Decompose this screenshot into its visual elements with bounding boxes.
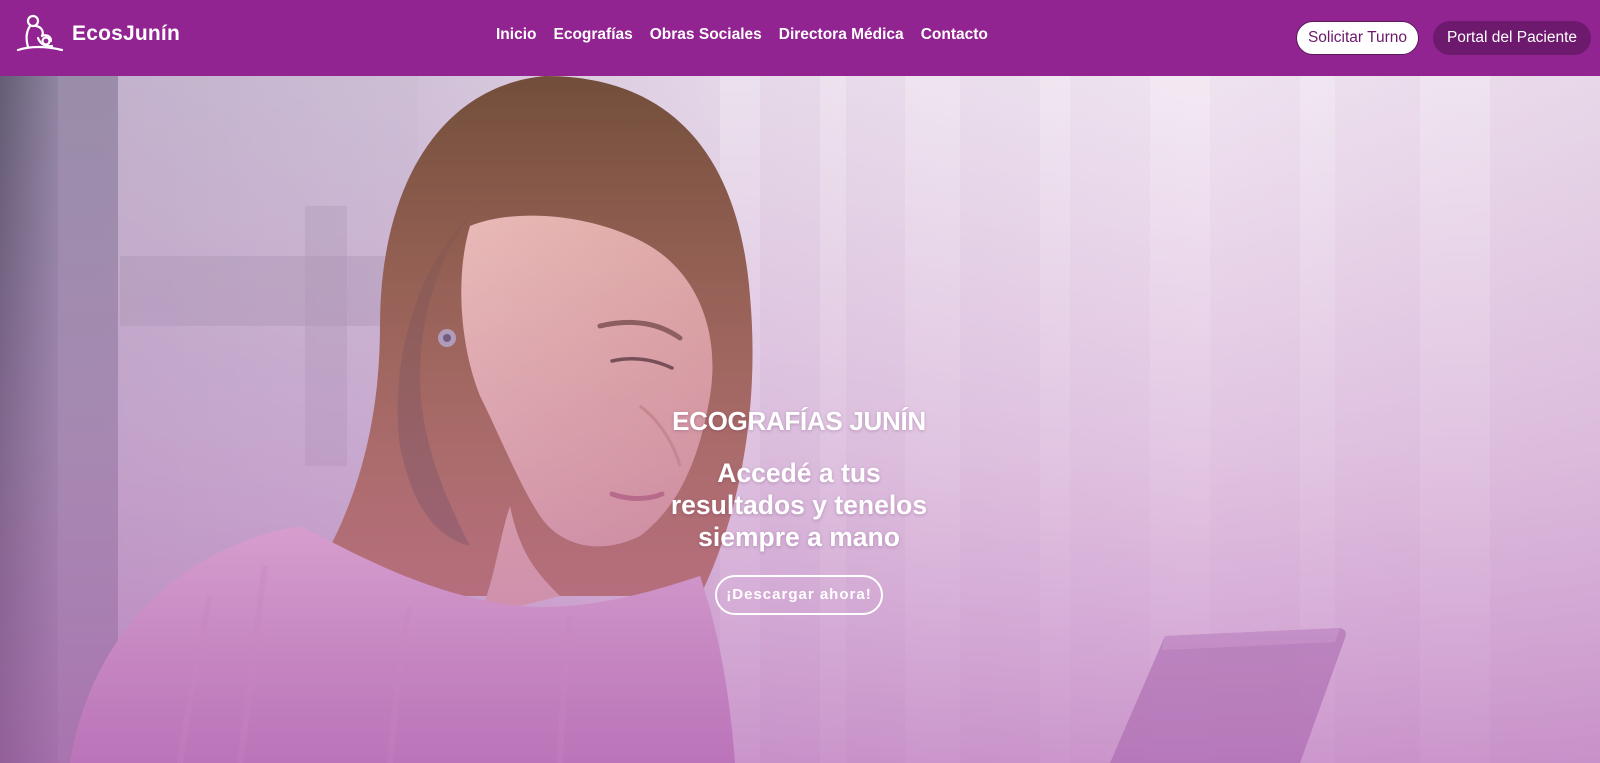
top-navbar: EcosJunín Inicio Ecografías Obras Social… — [0, 0, 1600, 76]
portal-paciente-button[interactable]: Portal del Paciente — [1433, 21, 1591, 55]
hero-headline-line: Accedé a tus — [717, 458, 881, 488]
hero-headline-line: siempre a mano — [698, 522, 900, 552]
main-nav: Inicio Ecografías Obras Sociales Directo… — [496, 26, 1005, 44]
mother-child-icon — [16, 14, 64, 52]
nav-link-obras-sociales[interactable]: Obras Sociales — [650, 26, 762, 44]
hero-content: ECOGRAFÍAS JUNÍN Accedé a tus resultados… — [638, 406, 960, 615]
nav-link-ecografias[interactable]: Ecografías — [553, 26, 632, 44]
nav-link-contacto[interactable]: Contacto — [921, 26, 988, 44]
brand-name: EcosJunín — [72, 22, 180, 45]
hero-section: ECOGRAFÍAS JUNÍN Accedé a tus resultados… — [0, 76, 1600, 763]
brand-link[interactable]: EcosJunín — [16, 14, 180, 54]
solicitar-turno-button[interactable]: Solicitar Turno — [1296, 21, 1419, 55]
nav-link-inicio[interactable]: Inicio — [496, 26, 536, 44]
hero-headline-line: resultados y tenelos — [670, 490, 928, 520]
nav-link-directora-medica[interactable]: Directora Médica — [779, 26, 904, 44]
hero-headline: Accedé a tus resultados y tenelos siempr… — [638, 457, 960, 553]
hero-kicker: ECOGRAFÍAS JUNÍN — [672, 406, 926, 436]
download-now-button[interactable]: ¡Descargar ahora! — [715, 575, 883, 615]
